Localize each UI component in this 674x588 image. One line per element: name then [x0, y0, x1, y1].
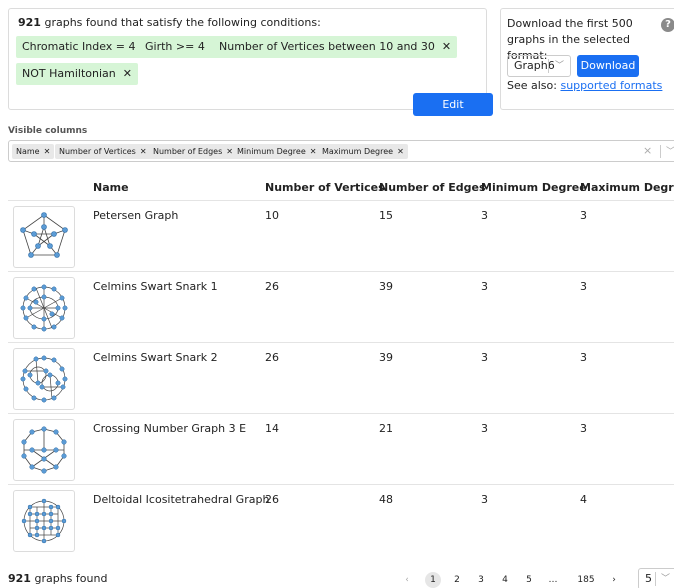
cell-vertices: 10: [265, 209, 279, 222]
graph-thumbnail[interactable]: [13, 419, 75, 481]
clear-icon[interactable]: ×: [643, 144, 652, 157]
header-name[interactable]: Name: [93, 181, 129, 194]
cell-max-degree: 3: [580, 351, 587, 364]
page-2-button[interactable]: 2: [449, 572, 465, 588]
page-185-button[interactable]: 185: [574, 572, 598, 588]
visible-columns-label: Visible columns: [8, 126, 88, 136]
graph-thumbnail[interactable]: [13, 206, 75, 268]
cell-max-degree: 3: [580, 280, 587, 293]
petersen-graph-drawing: [20, 212, 68, 258]
condition-chip-vertices: Number of Vertices between 10 and 30 ✕: [213, 36, 458, 58]
remove-column-icon[interactable]: ✕: [310, 147, 317, 156]
header-edges[interactable]: Number of Edges: [379, 181, 486, 194]
chevron-down-icon: ﹀: [661, 574, 671, 584]
chevron-down-icon[interactable]: ﹀: [666, 144, 674, 157]
download-panel: Download the first 500 graphs in the sel…: [500, 8, 674, 110]
cell-edges: 21: [379, 422, 393, 435]
footer-result-count: 921 graphs found: [8, 572, 108, 585]
cell-min-degree: 3: [481, 209, 488, 222]
chevron-down-icon: ﹀: [555, 61, 565, 71]
remove-condition-icon[interactable]: ✕: [442, 40, 451, 53]
cell-min-degree: 3: [481, 280, 488, 293]
remove-column-icon[interactable]: ✕: [140, 147, 147, 156]
column-chip-min-degree: Minimum Degree ✕: [233, 144, 321, 159]
cell-vertices: 26: [265, 351, 279, 364]
graph-thumbnail[interactable]: [13, 348, 75, 410]
cell-edges: 48: [379, 493, 393, 506]
download-button[interactable]: Download: [577, 55, 639, 77]
cell-max-degree: 3: [580, 422, 587, 435]
remove-column-icon[interactable]: ✕: [44, 147, 51, 156]
graph-thumbnail[interactable]: [13, 277, 75, 339]
condition-chip-chromatic-index: Chromatic Index = 4✕: [16, 36, 158, 58]
page-4-button[interactable]: 4: [497, 572, 513, 588]
table-row[interactable]: Deltoidal Icositetrahedral Graph 26 48 3…: [8, 484, 674, 555]
cell-vertices: 26: [265, 493, 279, 506]
crossing-number-graph-drawing: [21, 426, 67, 474]
condition-chip-not-hamiltonian: NOT Hamiltonian ✕: [16, 63, 138, 85]
conditions-header: 921 graphs found that satisfy the follow…: [18, 16, 321, 29]
cell-edges: 15: [379, 209, 393, 222]
cell-max-degree: 3: [580, 209, 587, 222]
conditions-panel: 921 graphs found that satisfy the follow…: [8, 8, 493, 134]
cell-max-degree: 4: [580, 493, 587, 506]
page-size-select[interactable]: 5 ﹀: [638, 568, 674, 588]
cell-name[interactable]: Crossing Number Graph 3 E: [93, 422, 246, 435]
table-row[interactable]: Petersen Graph 10 15 3 3: [8, 200, 674, 271]
column-chip-max-degree: Maximum Degree ✕: [318, 144, 408, 159]
header-max-degree[interactable]: Maximum Degree: [580, 181, 674, 194]
header-vertices[interactable]: Number of Vertices: [265, 181, 385, 194]
page-5-button[interactable]: 5: [521, 572, 537, 588]
cell-name[interactable]: Celmins Swart Snark 1: [93, 280, 218, 293]
page-1-button[interactable]: 1: [425, 572, 441, 588]
visible-columns-select[interactable]: Name ✕ Number of Vertices ✕ Number of Edge…: [8, 140, 674, 162]
snark-graph-drawing: [20, 284, 68, 332]
snark-graph-drawing: [20, 355, 68, 403]
table-row[interactable]: Celmins Swart Snark 1 26 39 3 3: [8, 271, 674, 342]
conditions-text: graphs found that satisfy the following …: [40, 16, 321, 29]
cell-min-degree: 3: [481, 351, 488, 364]
column-chip-name: Name ✕: [12, 144, 55, 159]
prev-page-button[interactable]: ‹: [399, 572, 415, 588]
cell-name[interactable]: Celmins Swart Snark 2: [93, 351, 218, 364]
cell-edges: 39: [379, 280, 393, 293]
cell-name[interactable]: Petersen Graph: [93, 209, 178, 222]
cell-edges: 39: [379, 351, 393, 364]
cell-name[interactable]: Deltoidal Icositetrahedral Graph: [93, 493, 269, 506]
see-also: See also: supported formats: [507, 79, 663, 92]
cell-min-degree: 3: [481, 422, 488, 435]
remove-condition-icon[interactable]: ✕: [123, 67, 132, 80]
remove-column-icon[interactable]: ✕: [397, 147, 404, 156]
page-3-button[interactable]: 3: [473, 572, 489, 588]
header-min-degree[interactable]: Minimum Degree: [481, 181, 587, 194]
format-select[interactable]: Graph6 ﹀: [507, 55, 571, 77]
result-count: 921: [18, 16, 41, 29]
supported-formats-link[interactable]: supported formats: [560, 79, 662, 92]
remove-column-icon[interactable]: ✕: [226, 147, 233, 156]
cell-vertices: 14: [265, 422, 279, 435]
column-chip-edges: Number of Edges ✕: [149, 144, 237, 159]
help-icon[interactable]: ?: [661, 18, 674, 32]
column-chip-vertices: Number of Vertices ✕: [55, 144, 151, 159]
cell-min-degree: 3: [481, 493, 488, 506]
cell-vertices: 26: [265, 280, 279, 293]
table-row[interactable]: Crossing Number Graph 3 E 14 21 3 3: [8, 413, 674, 484]
page-ellipsis: …: [548, 575, 558, 585]
table-row[interactable]: Celmins Swart Snark 2 26 39 3 3: [8, 342, 674, 413]
graph-thumbnail[interactable]: [13, 490, 75, 552]
deltoidal-graph-drawing: [21, 498, 67, 544]
edit-conditions-button[interactable]: Edit conditions: [413, 93, 493, 134]
next-page-button[interactable]: ›: [606, 572, 622, 588]
